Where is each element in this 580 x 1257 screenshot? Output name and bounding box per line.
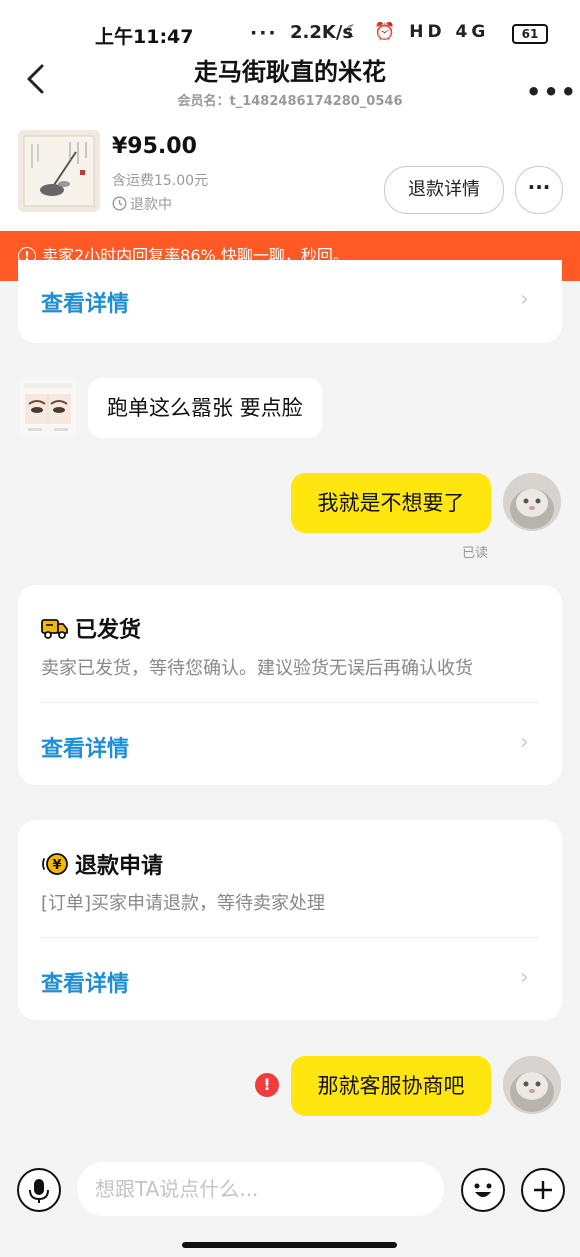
battery-icon: 61 <box>512 24 548 44</box>
send-failed-icon[interactable]: ! <box>255 1073 279 1097</box>
order-status: 退款中 <box>112 194 172 214</box>
chevron-right-icon: › <box>520 287 529 312</box>
my-avatar[interactable] <box>503 473 561 531</box>
member-name: 会员名：t_1482486174280_0546 <box>177 94 403 109</box>
my-avatar[interactable] <box>503 1056 561 1114</box>
product-price: ¥95.00 <box>112 134 197 159</box>
read-receipt: 已读 <box>462 546 489 561</box>
chat-title: 走马街耿直的米花 <box>194 58 386 86</box>
plus-icon <box>534 1181 552 1199</box>
shipped-card-header: 已发货 <box>41 612 141 644</box>
shipped-card-description: 卖家已发货，等待您确认。建议验货无误后再确认收货 <box>41 658 473 679</box>
voice-input-button[interactable] <box>17 1168 61 1212</box>
yen-coin-icon: ¥ <box>42 853 68 875</box>
refund-card-title: 退款申请 <box>75 854 164 879</box>
shipped-card-view-details[interactable]: 查看详情 <box>41 731 129 763</box>
message-input[interactable]: 想跟TA说点什么... <box>77 1162 444 1216</box>
home-indicator[interactable] <box>182 1242 397 1248</box>
message-bubble-sent[interactable]: 那就客服协商吧 <box>291 1056 491 1116</box>
divider <box>41 937 539 938</box>
divider <box>41 702 539 703</box>
svg-text:¥: ¥ <box>52 858 61 873</box>
truck-icon <box>41 619 68 639</box>
shipped-card-title: 已发货 <box>75 618 142 643</box>
add-button[interactable] <box>521 1168 565 1212</box>
chevron-right-icon: › <box>520 965 529 990</box>
status-icons: ☾ ⏰ HD 4G <box>345 22 490 42</box>
refund-card-view-details[interactable]: 查看详情 <box>41 966 129 998</box>
message-bubble-received[interactable]: 跑单这么嚣张 要点脸 <box>88 378 322 438</box>
product-thumbnail[interactable] <box>18 130 100 212</box>
status-time: 上午11:47 <box>95 26 194 48</box>
status-more-dots: ··· <box>250 22 278 44</box>
refund-card-header: ¥ 退款申请 <box>41 848 163 880</box>
clock-icon <box>112 196 127 211</box>
product-more-button[interactable]: ··· <box>515 166 563 214</box>
top-card-view-details[interactable]: 查看详情 <box>41 286 129 318</box>
refund-card-description: [订单]买家申请退款，等待卖家处理 <box>41 893 326 914</box>
status-net-speed: 2.2K/s <box>290 22 354 43</box>
more-options-icon[interactable]: ••• <box>526 78 578 106</box>
shipping-fee: 含运费15.00元 <box>112 173 209 189</box>
order-status-label: 退款中 <box>130 197 172 213</box>
microphone-icon <box>29 1179 49 1203</box>
chevron-right-icon: › <box>520 730 529 755</box>
message-bubble-sent[interactable]: 我就是不想要了 <box>291 473 491 533</box>
emoji-button[interactable] <box>461 1168 505 1212</box>
smiley-icon <box>474 1183 492 1197</box>
seller-avatar[interactable] <box>20 380 76 436</box>
refund-detail-button[interactable]: 退款详情 <box>384 166 504 214</box>
